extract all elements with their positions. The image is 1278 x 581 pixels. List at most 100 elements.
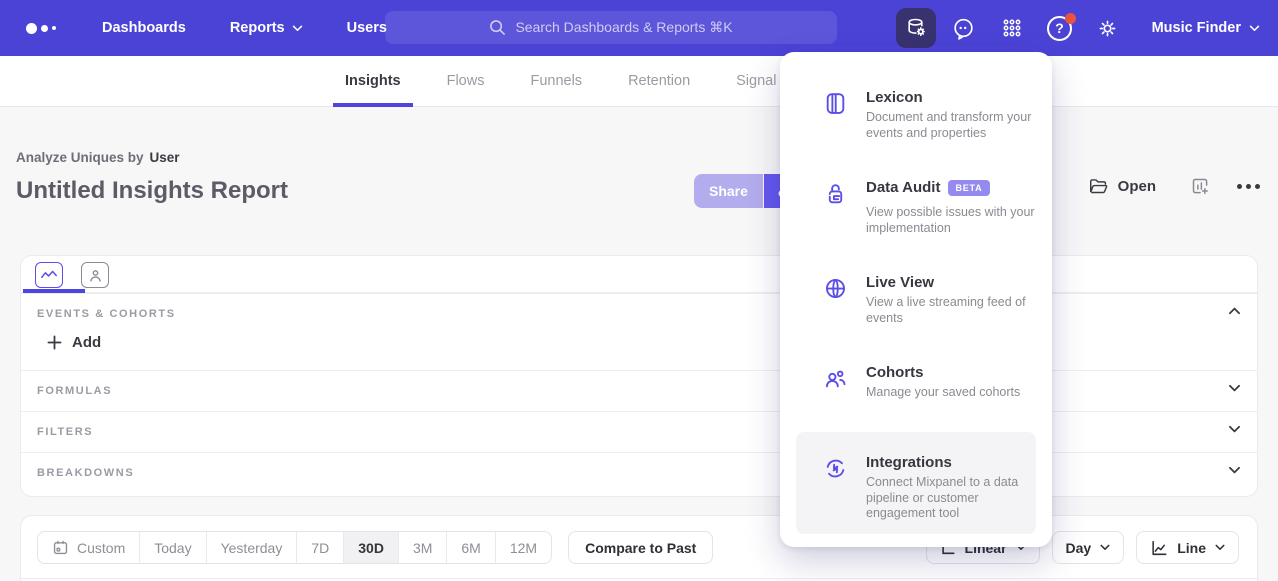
- project-switcher[interactable]: Music Finder: [1152, 20, 1260, 36]
- mixpanel-logo-icon[interactable]: [26, 23, 66, 34]
- tab-flows[interactable]: Flows: [447, 56, 485, 107]
- line-chart-icon: [1150, 539, 1168, 557]
- date-today[interactable]: Today: [139, 532, 205, 563]
- compare-to-past-button[interactable]: Compare to Past: [568, 531, 713, 564]
- report-tabbar: Insights Flows Funnels Retention Signal …: [0, 56, 1278, 107]
- plus-icon: [47, 335, 62, 350]
- section-label: EVENTS & COHORTS: [37, 308, 176, 320]
- breadcrumb-entity[interactable]: User: [150, 150, 180, 165]
- date-7d[interactable]: 7D: [296, 532, 343, 563]
- controls-divider: [21, 578, 1257, 579]
- chevron-down-icon: [1249, 25, 1260, 32]
- data-management-menu: Lexicon Document and transform your even…: [780, 52, 1052, 547]
- menu-item-title: Data Audit: [866, 179, 940, 196]
- calendar-icon: [52, 539, 69, 556]
- beta-badge: BETA: [948, 180, 989, 196]
- book-icon: [823, 91, 848, 116]
- tab-funnels[interactable]: Funnels: [530, 56, 582, 107]
- people-icon: [823, 366, 848, 391]
- interval-dropdown[interactable]: Day: [1052, 531, 1125, 564]
- chevron-down-icon: [1215, 544, 1225, 551]
- settings-gear-icon: [1095, 16, 1120, 41]
- open-report-button[interactable]: Open: [1088, 177, 1156, 196]
- database-gear-icon: [904, 16, 928, 40]
- chevron-down-icon: [1100, 544, 1110, 551]
- help-button[interactable]: ?: [1040, 8, 1080, 48]
- menu-item-desc: Document and transform your events and p…: [866, 110, 1044, 141]
- global-search-input[interactable]: Search Dashboards & Reports ⌘K: [385, 11, 837, 44]
- menu-item-desc: Manage your saved cohorts: [866, 385, 1044, 401]
- section-breakdowns[interactable]: BREAKDOWNS: [21, 452, 1257, 493]
- query-builder-card: EVENTS & COHORTS Add FORMULAS FILTERS: [20, 255, 1258, 497]
- sync-icon: [823, 456, 848, 481]
- topbar-tools: ? Music Finder: [896, 0, 1260, 56]
- section-filters[interactable]: FILTERS: [21, 411, 1257, 452]
- menu-item-desc: View a live streaming feed of events: [866, 295, 1044, 326]
- date-yesterday[interactable]: Yesterday: [206, 532, 297, 563]
- interval-label: Day: [1066, 540, 1092, 556]
- date-custom[interactable]: Custom: [38, 532, 139, 563]
- chevron-up-icon[interactable]: [1228, 307, 1241, 315]
- folder-icon: [1088, 177, 1109, 196]
- chart-type-dropdown[interactable]: Line: [1136, 531, 1239, 564]
- mixpanel-app: Dashboards Reports Users Search Dashboar…: [0, 0, 1278, 581]
- nav-dashboards[interactable]: Dashboards: [102, 20, 186, 36]
- tab-funnels-label: Funnels: [530, 73, 582, 89]
- tab-flows-label: Flows: [447, 73, 485, 89]
- menu-item-desc: View possible issues with your implement…: [866, 205, 1044, 236]
- add-event-button[interactable]: Add: [47, 334, 101, 351]
- date-3m[interactable]: 3M: [398, 532, 446, 563]
- section-formulas[interactable]: FORMULAS: [21, 370, 1257, 411]
- tab-insights-label: Insights: [345, 73, 401, 89]
- tab-retention[interactable]: Retention: [628, 56, 690, 107]
- chevron-down-icon[interactable]: [1228, 384, 1241, 392]
- share-button[interactable]: Share: [694, 174, 763, 208]
- breadcrumb: Analyze Uniques by User: [16, 150, 180, 165]
- primary-nav: Dashboards Reports Users: [102, 20, 387, 36]
- settings-button[interactable]: [1088, 8, 1128, 48]
- date-30d[interactable]: 30D: [343, 532, 398, 563]
- nav-reports[interactable]: Reports: [230, 20, 303, 36]
- builder-mode-tabs: [21, 256, 1257, 293]
- menu-item-title: Lexicon: [866, 89, 923, 106]
- project-name: Music Finder: [1152, 20, 1241, 36]
- more-options-button[interactable]: [1237, 184, 1260, 189]
- line-chart-icon: [40, 268, 58, 283]
- section-events-cohorts: EVENTS & COHORTS Add: [21, 293, 1257, 370]
- breadcrumb-prefix: Analyze Uniques by: [16, 150, 144, 165]
- nav-users-label: Users: [347, 20, 387, 36]
- section-label: BREAKDOWNS: [37, 467, 134, 479]
- search-icon: [489, 19, 506, 36]
- data-management-button[interactable]: [896, 8, 936, 48]
- board-plus-icon: [1190, 176, 1211, 197]
- report-actions: New Open: [1021, 176, 1260, 197]
- tab-signal[interactable]: Signal: [736, 56, 776, 107]
- lock-icon: [823, 181, 848, 206]
- page-title[interactable]: Untitled Insights Report: [16, 177, 288, 205]
- menu-item-desc: Connect Mixpanel to a data pipeline or c…: [866, 475, 1044, 522]
- chevron-down-icon[interactable]: [1228, 425, 1241, 433]
- section-label: FILTERS: [37, 426, 93, 438]
- chart-type-label: Line: [1177, 540, 1206, 556]
- add-label: Add: [72, 334, 101, 351]
- open-label: Open: [1118, 178, 1156, 195]
- date-12m[interactable]: 12M: [495, 532, 551, 563]
- chevron-down-icon[interactable]: [1228, 466, 1241, 474]
- nav-users[interactable]: Users: [347, 20, 387, 36]
- date-6m[interactable]: 6M: [446, 532, 494, 563]
- chart-controls-card: Custom Today Yesterday 7D 30D 3M 6M 12M …: [20, 515, 1258, 581]
- add-to-board-button[interactable]: [1190, 176, 1211, 197]
- events-mode-tab[interactable]: [35, 262, 63, 288]
- nav-dashboards-label: Dashboards: [102, 20, 186, 36]
- apps-grid-button[interactable]: [992, 8, 1032, 48]
- person-icon: [88, 268, 103, 283]
- feedback-button[interactable]: [944, 8, 984, 48]
- menu-item-title: Cohorts: [866, 364, 924, 381]
- globe-icon: [823, 276, 848, 301]
- top-navigation-bar: Dashboards Reports Users Search Dashboar…: [0, 0, 1278, 56]
- date-custom-label: Custom: [77, 540, 125, 556]
- users-mode-tab[interactable]: [81, 262, 109, 288]
- menu-item-title: Integrations: [866, 454, 952, 471]
- tab-insights[interactable]: Insights: [345, 56, 401, 107]
- search-placeholder: Search Dashboards & Reports ⌘K: [515, 19, 732, 36]
